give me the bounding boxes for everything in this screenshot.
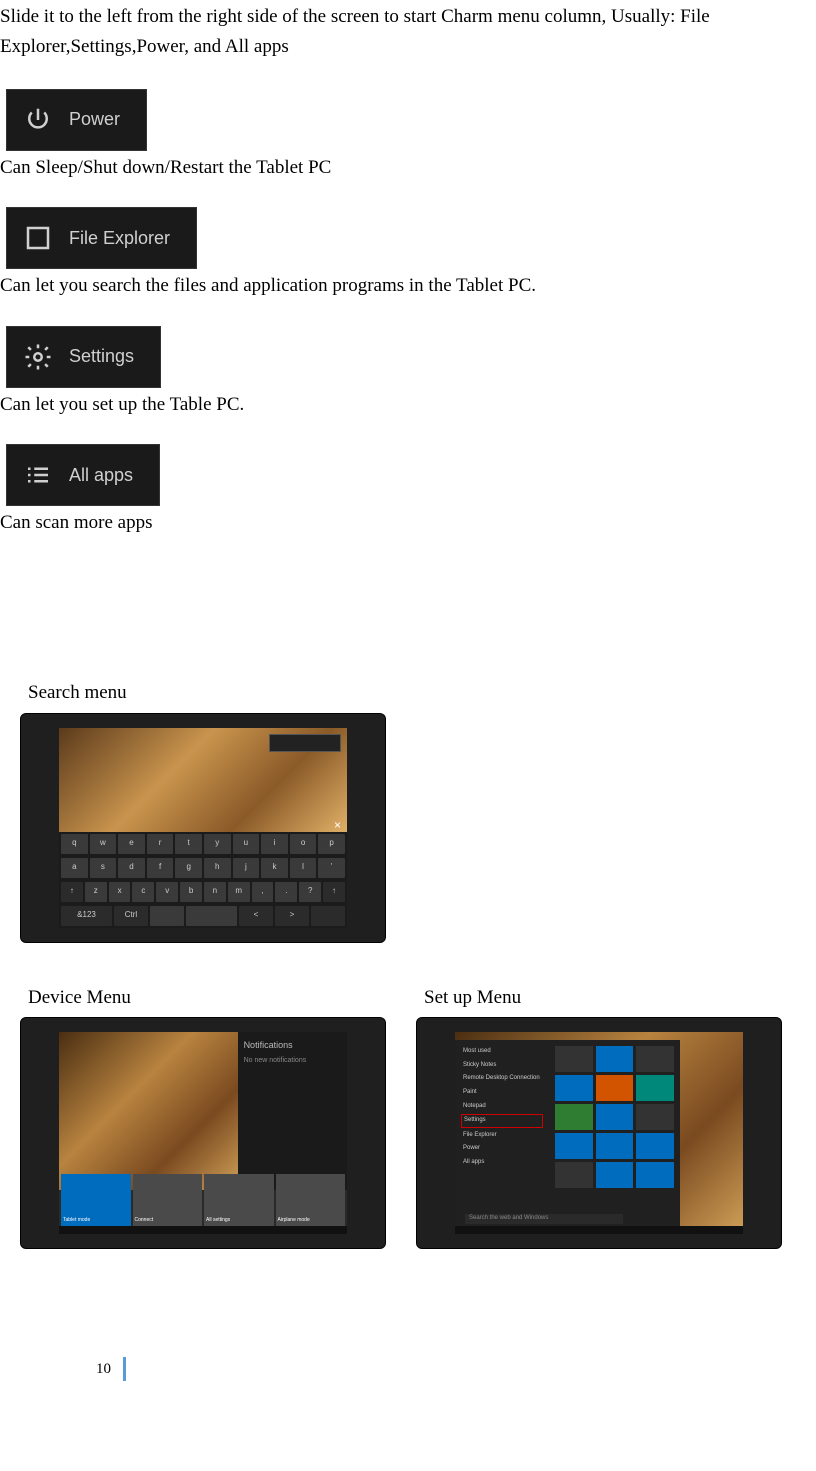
- quick-action-tile[interactable]: Connect: [133, 1174, 203, 1226]
- keyboard-key[interactable]: t: [175, 834, 202, 854]
- keyboard-key[interactable]: f: [147, 858, 174, 878]
- gear-icon: [21, 340, 55, 374]
- keyboard-key[interactable]: ': [318, 858, 345, 878]
- start-menu-item[interactable]: Notepad: [461, 1101, 543, 1113]
- on-screen-keyboard[interactable]: qwertyuiop asdfghjkl' ↑zxcvbnm,.?↑ &123C…: [59, 832, 347, 928]
- notification-panel[interactable]: Notifications No new notifications: [238, 1032, 347, 1190]
- keyboard-key[interactable]: j: [233, 858, 260, 878]
- keyboard-key[interactable]: i: [261, 834, 288, 854]
- power-label: Power: [69, 105, 120, 134]
- keyboard-key[interactable]: n: [204, 882, 226, 902]
- keyboard-key[interactable]: &123: [61, 906, 112, 926]
- keyboard-key[interactable]: <: [239, 906, 273, 926]
- keyboard-key[interactable]: q: [61, 834, 88, 854]
- keyboard-key[interactable]: v: [156, 882, 178, 902]
- settings-desc: Can let you set up the Table PC.: [0, 390, 816, 420]
- keyboard-key[interactable]: e: [118, 834, 145, 854]
- power-menu-item[interactable]: Power: [6, 89, 147, 151]
- all-apps-menu-item[interactable]: All apps: [6, 444, 160, 506]
- power-icon: [21, 103, 55, 137]
- keyboard-key[interactable]: Ctrl: [114, 906, 148, 926]
- keyboard-key[interactable]: ?: [299, 882, 321, 902]
- keyboard-key[interactable]: [186, 906, 237, 926]
- keyboard-key[interactable]: s: [90, 858, 117, 878]
- file-explorer-icon: [21, 221, 55, 255]
- file-explorer-desc: Can let you search the files and applica…: [0, 271, 816, 301]
- keyboard-key[interactable]: x: [109, 882, 131, 902]
- settings-menu-item[interactable]: Settings: [6, 326, 161, 388]
- keyboard-key[interactable]: l: [290, 858, 317, 878]
- notification-title: Notifications: [244, 1038, 341, 1052]
- keyboard-key[interactable]: ↑: [323, 882, 345, 902]
- quick-action-tile[interactable]: Tablet mode: [61, 1174, 131, 1226]
- taskbar[interactable]: [455, 1226, 743, 1234]
- page-number: 10: [96, 1357, 111, 1381]
- power-desc: Can Sleep/Shut down/Restart the Tablet P…: [0, 153, 816, 183]
- setup-menu-heading: Set up Menu: [424, 983, 782, 1013]
- notification-subtitle: No new notifications: [244, 1055, 341, 1066]
- keyboard-key[interactable]: m: [228, 882, 250, 902]
- all-apps-desc: Can scan more apps: [0, 508, 816, 538]
- start-panel[interactable]: Most used Sticky NotesRemote Desktop Conn…: [455, 1040, 680, 1226]
- intro-text: Slide it to the left from the right side…: [0, 2, 816, 63]
- list-icon: [21, 458, 55, 492]
- keyboard-key[interactable]: y: [204, 834, 231, 854]
- all-apps-label: All apps: [69, 461, 133, 490]
- quick-action-tile[interactable]: All settings: [204, 1174, 274, 1226]
- keyboard-key[interactable]: ↑: [61, 882, 83, 902]
- keyboard-key[interactable]: g: [175, 858, 202, 878]
- device-menu-heading: Device Menu: [28, 983, 386, 1013]
- keyboard-key[interactable]: d: [118, 858, 145, 878]
- setup-menu-screenshot: Most used Sticky NotesRemote Desktop Conn…: [416, 1017, 782, 1249]
- keyboard-key[interactable]: >: [275, 906, 309, 926]
- start-menu-item[interactable]: Most used: [461, 1046, 543, 1058]
- keyboard-key[interactable]: b: [180, 882, 202, 902]
- settings-label: Settings: [69, 342, 134, 371]
- keyboard-key[interactable]: .: [275, 882, 297, 902]
- start-search-input[interactable]: Search the web and Windows: [465, 1214, 623, 1224]
- file-explorer-label: File Explorer: [69, 224, 170, 253]
- start-menu-item[interactable]: File Explorer: [461, 1130, 543, 1142]
- page-footer: 10: [96, 1357, 816, 1381]
- start-menu-item[interactable]: Remote Desktop Connection: [461, 1073, 543, 1085]
- search-menu-screenshot: × qwertyuiop asdfghjkl' ↑zxcvbnm,.?↑ &12…: [20, 713, 386, 943]
- keyboard-key[interactable]: p: [318, 834, 345, 854]
- keyboard-key[interactable]: [150, 906, 184, 926]
- quick-action-tile[interactable]: Airplane mode: [276, 1174, 346, 1226]
- start-menu-item[interactable]: Settings: [461, 1114, 543, 1128]
- keyboard-key[interactable]: w: [90, 834, 117, 854]
- footer-separator: [123, 1357, 126, 1381]
- device-menu-screenshot: Notifications No new notifications Table…: [20, 1017, 386, 1249]
- taskbar[interactable]: [59, 1226, 347, 1234]
- file-explorer-menu-item[interactable]: File Explorer: [6, 207, 197, 269]
- keyboard-key[interactable]: h: [204, 858, 231, 878]
- keyboard-key[interactable]: a: [61, 858, 88, 878]
- search-menu-heading: Search menu: [28, 678, 816, 708]
- keyboard-key[interactable]: [311, 906, 345, 926]
- search-box[interactable]: [269, 734, 341, 752]
- start-menu-item[interactable]: All apps: [461, 1157, 543, 1169]
- keyboard-key[interactable]: z: [85, 882, 107, 902]
- keyboard-key[interactable]: o: [290, 834, 317, 854]
- keyboard-key[interactable]: c: [132, 882, 154, 902]
- keyboard-key[interactable]: u: [233, 834, 260, 854]
- keyboard-key[interactable]: k: [261, 858, 288, 878]
- start-menu-item[interactable]: Sticky Notes: [461, 1060, 543, 1072]
- start-menu-item[interactable]: Power: [461, 1143, 543, 1155]
- keyboard-key[interactable]: r: [147, 834, 174, 854]
- start-menu-item[interactable]: Paint: [461, 1087, 543, 1099]
- keyboard-key[interactable]: ,: [252, 882, 274, 902]
